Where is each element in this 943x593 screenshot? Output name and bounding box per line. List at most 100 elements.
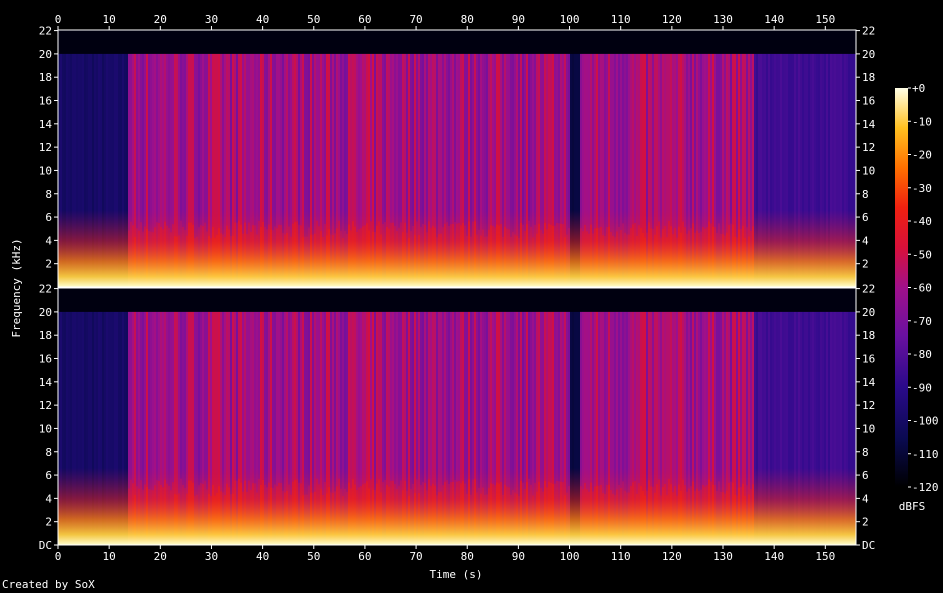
colorbar-tick-label: -10 — [912, 115, 932, 128]
y-tick-label-left: 18 — [39, 71, 52, 84]
low-frequency-energy — [58, 288, 856, 545]
y-tick-label-right: 22 — [862, 283, 875, 296]
colorbar-ticks: +0 -10 -20 -30 -40 -50 -60 -70 -80 -90 -100 -110 -12… — [908, 82, 939, 494]
y-tick-label-left: 20 — [39, 306, 52, 319]
x-tick-label-bottom: 150 — [815, 550, 835, 563]
colorbar-tick-label: -80 — [912, 348, 932, 361]
x-tick-label-top: 70 — [409, 13, 422, 26]
y-tick-label-left: 16 — [39, 353, 52, 366]
x-tick-label-top: 90 — [512, 13, 525, 26]
channel-1-spectrogram — [58, 30, 856, 287]
x-tick-label-bottom: 0 — [55, 550, 62, 563]
x-tick-label-top: 50 — [307, 13, 320, 26]
y-tick-label-right: 10 — [862, 422, 875, 435]
y-tick-label-left: DC — [39, 539, 52, 552]
x-tick-label-bottom: 70 — [409, 550, 422, 563]
colorbar-tick-label: -110 — [912, 448, 939, 461]
y-tick-label-left: 14 — [39, 376, 53, 389]
sox-credit: Created by SoX — [2, 578, 95, 591]
y-tick-label-left: 2 — [45, 516, 52, 529]
x-tick-label-top: 100 — [560, 13, 580, 26]
y-tick-label-right: 20 — [862, 306, 875, 319]
colorbar-tick-label: -30 — [912, 182, 932, 195]
y-tick-label-right: 12 — [862, 399, 875, 412]
y-tick-label-right: 14 — [862, 118, 876, 131]
colorbar-tick-label: -60 — [912, 282, 932, 295]
y-tick-label-left: 4 — [45, 234, 52, 247]
y-tick-label-right: 16 — [862, 95, 875, 108]
y-tick-label-left: 12 — [39, 141, 52, 154]
x-tick-label-top: 20 — [154, 13, 167, 26]
y-tick-label-left: 18 — [39, 329, 52, 342]
y-tick-label-left: 12 — [39, 399, 52, 412]
x-tick-label-bottom: 10 — [103, 550, 116, 563]
y-tick-label-right: 10 — [862, 164, 875, 177]
y-axis-label: Frequency (kHz) — [10, 238, 23, 337]
y-tick-label-left: 4 — [45, 492, 52, 505]
y-tick-label-right: 12 — [862, 141, 875, 154]
x-tick-label-top: 120 — [662, 13, 682, 26]
spectrogram-chart: 0 0 10 10 20 20 30 30 40 40 50 50 60 60 70 70 80 80 90 90 10… — [10, 13, 939, 581]
x-tick-label-top: 40 — [256, 13, 269, 26]
colorbar-tick-label: -90 — [912, 381, 932, 394]
x-tick-label-bottom: 120 — [662, 550, 682, 563]
channel-2-spectrogram — [58, 288, 856, 545]
y-tick-label-left: 10 — [39, 164, 52, 177]
x-tick-label-bottom: 80 — [461, 550, 474, 563]
y-tick-label-right: 2 — [862, 258, 869, 271]
x-axis-label: Time (s) — [430, 568, 483, 581]
low-frequency-energy — [58, 30, 856, 287]
y-tick-label-right: 4 — [862, 492, 869, 505]
x-tick-label-top: 150 — [815, 13, 835, 26]
colorbar-tick-label: -100 — [912, 415, 939, 428]
y-tick-label-left: 6 — [45, 469, 52, 482]
colorbar-tick-label: -120 — [912, 481, 939, 494]
y-tick-label-right: 20 — [862, 48, 875, 61]
x-tick-label-bottom: 100 — [560, 550, 580, 563]
x-tick-label-bottom: 20 — [154, 550, 167, 563]
x-tick-label-bottom: 90 — [512, 550, 525, 563]
x-tick-label-top: 60 — [358, 13, 371, 26]
x-tick-label-top: 30 — [205, 13, 218, 26]
x-tick-label-top: 10 — [103, 13, 116, 26]
y-tick-label-left: 22 — [39, 283, 52, 296]
x-tick-label-top: 140 — [764, 13, 784, 26]
y-tick-label-right: 6 — [862, 211, 869, 224]
colorbar — [895, 88, 908, 487]
y-tick-label-right: 8 — [862, 188, 869, 201]
colorbar-tick-label: +0 — [912, 82, 925, 95]
y-tick-label-left: 14 — [39, 118, 53, 131]
y-tick-label-right: 18 — [862, 71, 875, 84]
y-tick-label-left: 8 — [45, 188, 52, 201]
y-tick-label-left: 20 — [39, 48, 52, 61]
y-tick-label-left: 10 — [39, 422, 52, 435]
y-tick-label-right: 8 — [862, 446, 869, 459]
x-tick-label-top: 130 — [713, 13, 733, 26]
x-tick-label-bottom: 40 — [256, 550, 269, 563]
x-tick-label-bottom: 30 — [205, 550, 218, 563]
x-tick-label-bottom: 140 — [764, 550, 784, 563]
x-tick-label-top: 80 — [461, 13, 474, 26]
y-tick-label-right: 14 — [862, 376, 876, 389]
y-tick-label-right: 16 — [862, 353, 875, 366]
y-tick-label-left: 6 — [45, 211, 52, 224]
y-tick-label-right: 2 — [862, 516, 869, 529]
colorbar-label: dBFS — [899, 500, 926, 513]
colorbar-tick-label: -20 — [912, 149, 932, 162]
y-tick-label-right: 18 — [862, 329, 875, 342]
y-tick-label-left: 2 — [45, 258, 52, 271]
x-tick-label-bottom: 50 — [307, 550, 320, 563]
y-tick-label-right: 4 — [862, 234, 869, 247]
y-tick-label-left: 22 — [39, 25, 52, 38]
y-tick-label-left: 8 — [45, 446, 52, 459]
x-tick-label-top: 0 — [55, 13, 62, 26]
x-tick-label-bottom: 60 — [358, 550, 371, 563]
colorbar-tick-label: -40 — [912, 215, 932, 228]
y-tick-label-right: 22 — [862, 25, 875, 38]
y-tick-label-right: DC — [862, 539, 875, 552]
x-tick-label-bottom: 110 — [611, 550, 631, 563]
colorbar-tick-label: -50 — [912, 248, 932, 261]
colorbar-tick-label: -70 — [912, 315, 932, 328]
y-tick-label-right: 6 — [862, 469, 869, 482]
y-tick-label-left: 16 — [39, 95, 52, 108]
